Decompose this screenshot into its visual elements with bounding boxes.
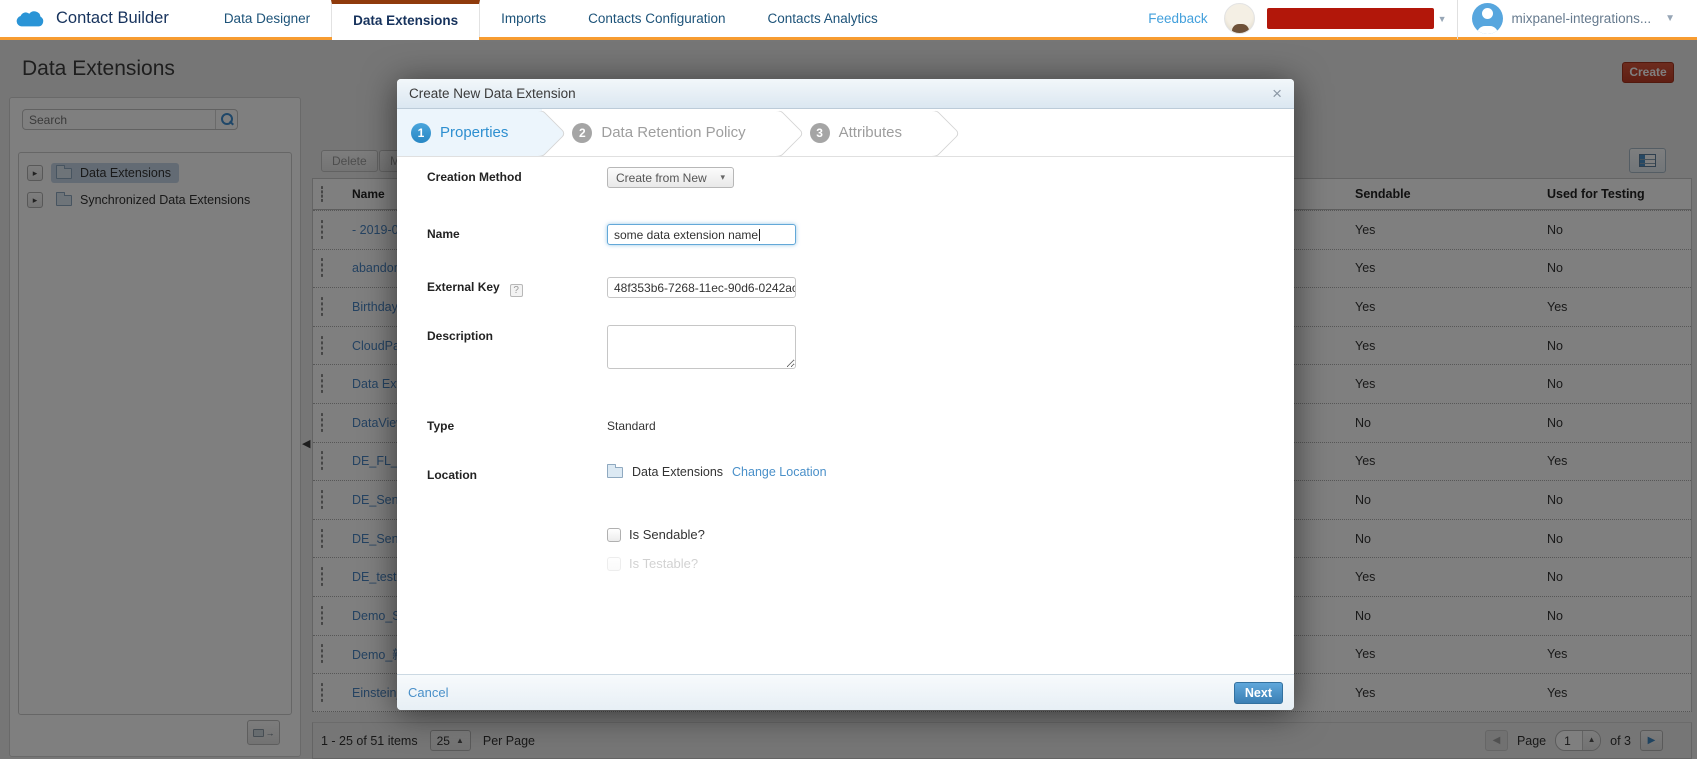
nav-tab[interactable]: Imports <box>480 0 567 37</box>
close-icon[interactable]: × <box>1272 85 1282 102</box>
wizard-step[interactable]: 2 Data Retention Policy <box>542 109 779 156</box>
nav-tab[interactable]: Contacts Configuration <box>567 0 746 37</box>
wizard-step[interactable]: 1 Properties <box>397 109 542 156</box>
nav-tab[interactable]: Data Extensions <box>331 0 480 37</box>
nav-divider <box>1457 0 1458 39</box>
location-value: Data Extensions <box>632 465 723 479</box>
feedback-link[interactable]: Feedback <box>1148 11 1207 26</box>
name-label: Name <box>427 227 592 241</box>
nav-tab-label: Data Designer <box>224 11 310 26</box>
description-textarea[interactable] <box>607 325 796 369</box>
app-brand: Contact Builder <box>0 0 203 37</box>
nav-tab-label: Data Extensions <box>353 13 458 28</box>
top-nav: Contact Builder Data Designer Data Exten… <box>0 0 1697 40</box>
external-key-label: External Key? <box>427 280 592 297</box>
einstein-avatar[interactable] <box>1224 3 1255 34</box>
modal-body: Creation Method Create from New ▾ Name s… <box>397 157 1294 673</box>
account-dropdown-caret-icon[interactable]: ▼ <box>1438 14 1447 24</box>
step-label: Attributes <box>839 124 902 141</box>
external-key-label-text: External Key <box>427 280 500 294</box>
nav-tab-label: Contacts Analytics <box>768 11 878 26</box>
help-icon[interactable]: ? <box>510 284 523 297</box>
location-folder-icon <box>607 467 623 478</box>
step-label: Data Retention Policy <box>601 124 745 141</box>
creation-method-label: Creation Method <box>427 170 592 184</box>
app-title: Contact Builder <box>56 9 169 28</box>
nav-tab-label: Contacts Configuration <box>588 11 725 26</box>
wizard-steps: 1 Properties 2 Data Retention Policy 3 A… <box>397 109 1294 157</box>
redacted-account-badge[interactable] <box>1267 8 1434 29</box>
creation-method-value: Create from New <box>616 171 707 185</box>
location-label: Location <box>427 468 592 482</box>
step-label: Properties <box>440 124 508 141</box>
chevron-down-icon: ▾ <box>720 172 725 183</box>
step-number-badge: 1 <box>411 123 431 143</box>
description-label: Description <box>427 329 592 343</box>
is-testable-label: Is Testable? <box>629 556 698 571</box>
modal-footer: Cancel Next <box>397 674 1294 710</box>
user-name: mixpanel-integrations... <box>1512 11 1652 26</box>
nav-tab[interactable]: Data Designer <box>203 0 331 37</box>
create-data-extension-modal: Create New Data Extension × 1 Properties… <box>397 79 1294 710</box>
user-avatar-icon[interactable] <box>1472 3 1503 34</box>
nav-tabs: Data Designer Data Extensions Imports Co… <box>203 0 899 37</box>
name-input[interactable]: some data extension name <box>607 224 796 245</box>
cancel-link[interactable]: Cancel <box>408 685 448 700</box>
external-key-value: 48f353b6-7268-11ec-90d6-0242ac1200 <box>614 281 796 295</box>
type-value: Standard <box>607 419 656 433</box>
text-cursor <box>759 229 760 241</box>
is-sendable-checkbox[interactable] <box>607 528 621 542</box>
modal-title: Create New Data Extension <box>409 86 576 101</box>
creation-method-select[interactable]: Create from New ▾ <box>607 167 734 188</box>
nav-tab-label: Imports <box>501 11 546 26</box>
type-label: Type <box>427 419 592 433</box>
external-key-input[interactable]: 48f353b6-7268-11ec-90d6-0242ac1200 <box>607 277 796 298</box>
step-number-badge: 3 <box>810 123 830 143</box>
next-button[interactable]: Next <box>1234 682 1283 704</box>
is-sendable-label: Is Sendable? <box>629 527 705 542</box>
wizard-step[interactable]: 3 Attributes <box>780 109 936 156</box>
is-testable-checkbox <box>607 557 621 571</box>
nav-tab[interactable]: Contacts Analytics <box>747 0 899 37</box>
user-dropdown-caret-icon[interactable]: ▼ <box>1665 13 1675 24</box>
step-number-badge: 2 <box>572 123 592 143</box>
change-location-link[interactable]: Change Location <box>732 465 827 479</box>
modal-header: Create New Data Extension × <box>397 79 1294 109</box>
name-input-value: some data extension name <box>614 228 758 242</box>
salesforce-cloud-icon <box>14 8 47 30</box>
nav-right-cluster: Feedback ▼ mixpanel-integrations... ▼ <box>1148 0 1697 37</box>
